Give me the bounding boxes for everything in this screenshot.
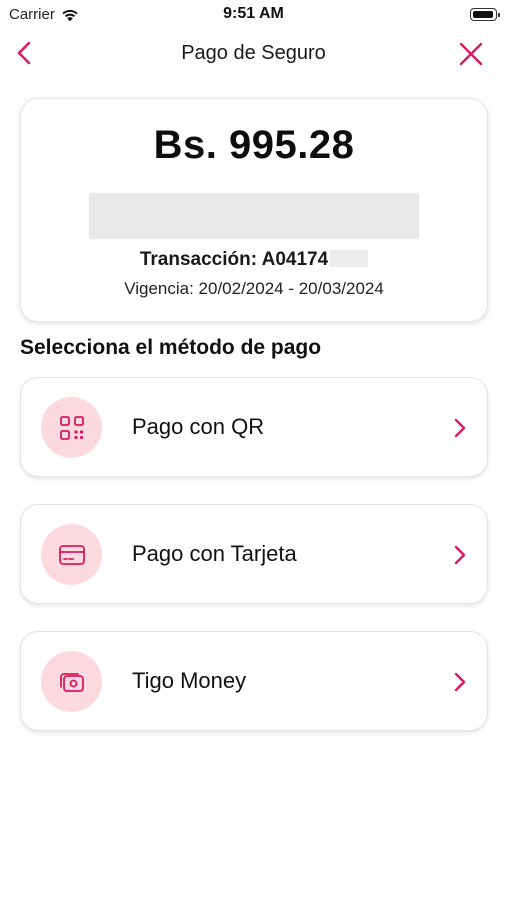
nav-bar: Pago de Seguro	[0, 30, 507, 76]
validity-period: Vigencia: 20/02/2024 - 20/03/2024	[124, 279, 384, 298]
close-icon	[459, 42, 483, 66]
amount-value: Bs. 995.28	[153, 123, 355, 167]
method-label: Tigo Money	[132, 668, 247, 693]
chevron-right-icon	[454, 418, 466, 438]
redacted-area	[330, 250, 369, 267]
payment-method-tigo-money[interactable]: Tigo Money	[20, 631, 488, 731]
payment-method-card[interactable]: Pago con Tarjeta	[20, 504, 488, 604]
status-time: 9:51 AM	[223, 5, 284, 22]
redacted-area	[89, 193, 419, 239]
qr-code-icon	[59, 415, 84, 440]
page-title: Pago de Seguro	[181, 42, 326, 64]
close-button[interactable]	[457, 40, 485, 68]
transaction-label: Transacción: A04174	[139, 249, 329, 270]
payment-method-qr[interactable]: Pago con QR	[20, 377, 488, 477]
method-icon-circle	[41, 651, 102, 712]
payment-summary-card: Bs. 995.28 Transacción: A04174 Vigencia:…	[20, 98, 488, 322]
payment-method-heading: Selecciona el método de pago	[20, 336, 322, 359]
battery-icon	[470, 8, 500, 21]
chevron-right-icon	[454, 672, 466, 692]
wallet-money-icon	[59, 672, 84, 692]
transaction-id: Transacción: A04174	[21, 249, 487, 271]
status-bar: Carrier 9:51 AM	[0, 0, 507, 30]
method-label: Pago con Tarjeta	[132, 541, 297, 566]
method-icon-circle	[41, 397, 102, 458]
method-label: Pago con QR	[132, 414, 265, 439]
credit-card-icon	[58, 544, 85, 565]
method-icon-circle	[41, 524, 102, 585]
chevron-right-icon	[454, 545, 466, 565]
